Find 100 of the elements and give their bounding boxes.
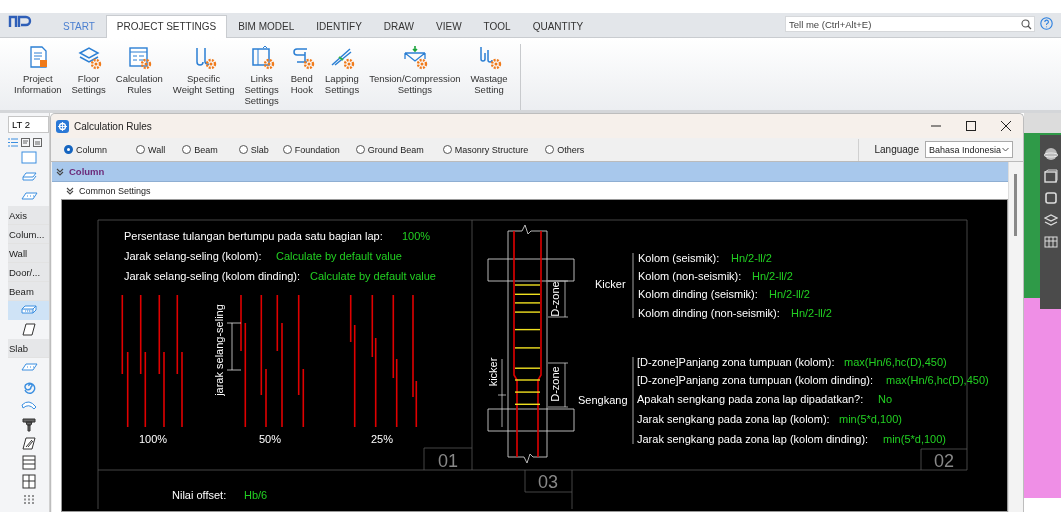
dialog-title: Calculation Rules	[74, 120, 153, 132]
setting-value[interactable]: Hn/2-ll/2	[769, 288, 810, 300]
category-radio[interactable]: Foundation	[282, 144, 340, 155]
ribbon-tab[interactable]: TOOL	[472, 15, 522, 38]
ribbon-tab[interactable]: QUANTITY	[521, 15, 595, 38]
category-header[interactable]: Wall	[8, 244, 49, 263]
ribbon-button[interactable]: Specific Weight Setting	[168, 44, 239, 110]
setting-value[interactable]: Hn/2-ll/2	[791, 307, 832, 319]
setting-label: Jarak sengkang pada zona lap (kolom):	[637, 412, 830, 425]
setting-label: Apakah sengkang pada zona lap dipadatkan?:	[637, 392, 864, 405]
dimension-label: jarak selang-seling	[213, 304, 225, 396]
grid-icon	[19, 473, 38, 489]
search-field[interactable]: Tell me (Ctrl+Alt+E)	[785, 16, 1035, 32]
percentage-label: 25%	[371, 433, 394, 445]
radio-dot[interactable]	[282, 145, 292, 154]
radio-dot[interactable]	[238, 145, 248, 154]
grid-icon[interactable]	[1043, 235, 1058, 249]
ribbon-button[interactable]: Project Information	[10, 44, 66, 110]
subsection-title[interactable]: Common Settings	[79, 185, 151, 196]
panel-number: 01	[438, 451, 458, 471]
ribbon-button[interactable]: Wastage Setting	[466, 44, 512, 110]
ribbon-button[interactable]: Floor Settings	[67, 44, 110, 110]
radio-dot[interactable]	[64, 145, 73, 154]
chevron-down-icon	[1002, 147, 1009, 152]
section-title: Column	[69, 166, 105, 177]
group-label: Sengkang	[578, 394, 628, 406]
stacked-panels-icon	[19, 454, 38, 470]
ribbon-tab[interactable]: BIM MODEL	[227, 15, 306, 38]
radio-dot[interactable]	[442, 145, 452, 154]
help-icon[interactable]	[1040, 17, 1053, 30]
radio-dot[interactable]	[545, 145, 555, 154]
close-icon	[1000, 121, 1011, 131]
list-view-icon[interactable]	[8, 137, 18, 147]
radio-dot[interactable]	[136, 145, 145, 154]
setting-value[interactable]: Hn/2-ll/2	[731, 251, 772, 264]
setting-value[interactable]: min(5*d,100)	[839, 412, 902, 425]
setting-label: Persentase tulangan bertumpu pada satu bagian lap:	[124, 230, 383, 242]
ribbon-button[interactable]: Bend Hook	[284, 44, 319, 110]
box-icon[interactable]	[1043, 169, 1058, 183]
collapse-icon[interactable]	[56, 167, 64, 176]
category-radio[interactable]: Ground Beam	[355, 144, 424, 155]
setting-value[interactable]: max(Hn/6,hc(D),450)	[886, 373, 989, 386]
floor-field[interactable]: LT 2	[8, 116, 49, 133]
dimension-drawing	[226, 322, 242, 371]
app-icon	[56, 119, 69, 133]
setting-label: [D-zone]Panjang zona tumpuan (kolom dinding):	[637, 373, 874, 386]
category-header[interactable]: Colum...	[8, 225, 49, 244]
cube-icon[interactable]	[1043, 191, 1058, 205]
ribbon-button[interactable]: Lapping Settings	[320, 44, 364, 110]
ribbon-button[interactable]: Tension/Compression Settings	[365, 44, 465, 110]
detail-view-icon[interactable]	[21, 137, 30, 147]
ribbon-tab[interactable]: VIEW	[425, 15, 473, 38]
category-radio[interactable]: Slab	[238, 144, 269, 155]
ribbon-tab[interactable]: DRAW	[372, 15, 425, 38]
ribbon-button[interactable]: Calculation Rules	[111, 44, 167, 110]
category-radio[interactable]: Wall	[136, 144, 166, 155]
setting-value[interactable]: Calculate by default value	[276, 250, 402, 262]
ribbon-tab[interactable]: PROJECT SETTINGS	[105, 15, 228, 38]
setting-label: Jarak sengkang pada zona lap (kolom dinding):	[637, 432, 869, 445]
percentage-label: 50%	[259, 433, 282, 445]
dimension-label: D-zone	[549, 366, 561, 402]
radio-dot[interactable]	[182, 145, 192, 154]
setting-label: Nilai offset:	[172, 489, 227, 501]
setting-value[interactable]: 100%	[402, 230, 431, 242]
section-header[interactable]: Column	[52, 162, 1008, 182]
setting-label: Jarak selang-seling (kolom):	[124, 250, 262, 262]
detail-view-icon[interactable]	[33, 137, 42, 147]
collapse-icon[interactable]	[66, 186, 74, 195]
category-header[interactable]: Door/...	[8, 263, 49, 282]
dimension-label: kicker	[487, 357, 499, 387]
category-radio[interactable]: Others	[545, 144, 585, 155]
language-dropdown[interactable]: Bahasa Indonesia	[925, 141, 1013, 158]
ribbon-button[interactable]: Links Settings Settings	[240, 44, 283, 110]
sphere-icon[interactable]	[1043, 147, 1058, 161]
setting-label: Kolom dinding (non-seismik):	[638, 307, 780, 319]
layers-icon[interactable]	[1043, 213, 1058, 227]
category-radio[interactable]: Beam	[182, 144, 218, 155]
logo-icon[interactable]	[8, 13, 32, 29]
category-header[interactable]: Axis	[8, 206, 49, 225]
setting-value[interactable]: Hn/2-ll/2	[752, 269, 793, 282]
category-header[interactable]: Slab	[8, 339, 49, 358]
search-icon[interactable]	[1021, 18, 1032, 30]
setting-value[interactable]: No	[878, 392, 893, 405]
setting-label: Kolom (non-seismik):	[638, 269, 742, 282]
setting-label: [D-zone]Panjang zona tumpuan (kolom):	[637, 355, 835, 368]
panel-number: 03	[538, 472, 558, 492]
radio-dot[interactable]	[355, 145, 365, 154]
group-label: Kicker	[595, 278, 626, 290]
category-header[interactable]: Beam	[8, 282, 49, 301]
setting-value[interactable]: Hb/6	[244, 489, 268, 501]
setting-value[interactable]: max(Hn/6,hc(D),450)	[844, 355, 947, 368]
category-radio[interactable]: Masonry Structure	[442, 144, 529, 155]
setting-label: Kolom dinding (seismik):	[638, 288, 758, 300]
table-gear-icon	[126, 44, 153, 70]
setting-value[interactable]: Calculate by default value	[310, 270, 436, 282]
ribbon-tab[interactable]: IDENTIFY	[305, 15, 373, 38]
panel-number: 02	[934, 451, 954, 471]
category-radio[interactable]: Column	[64, 144, 107, 155]
setting-label: Jarak selang-seling (kolom dinding):	[124, 270, 301, 282]
setting-value[interactable]: min(5*d,100)	[883, 432, 946, 445]
